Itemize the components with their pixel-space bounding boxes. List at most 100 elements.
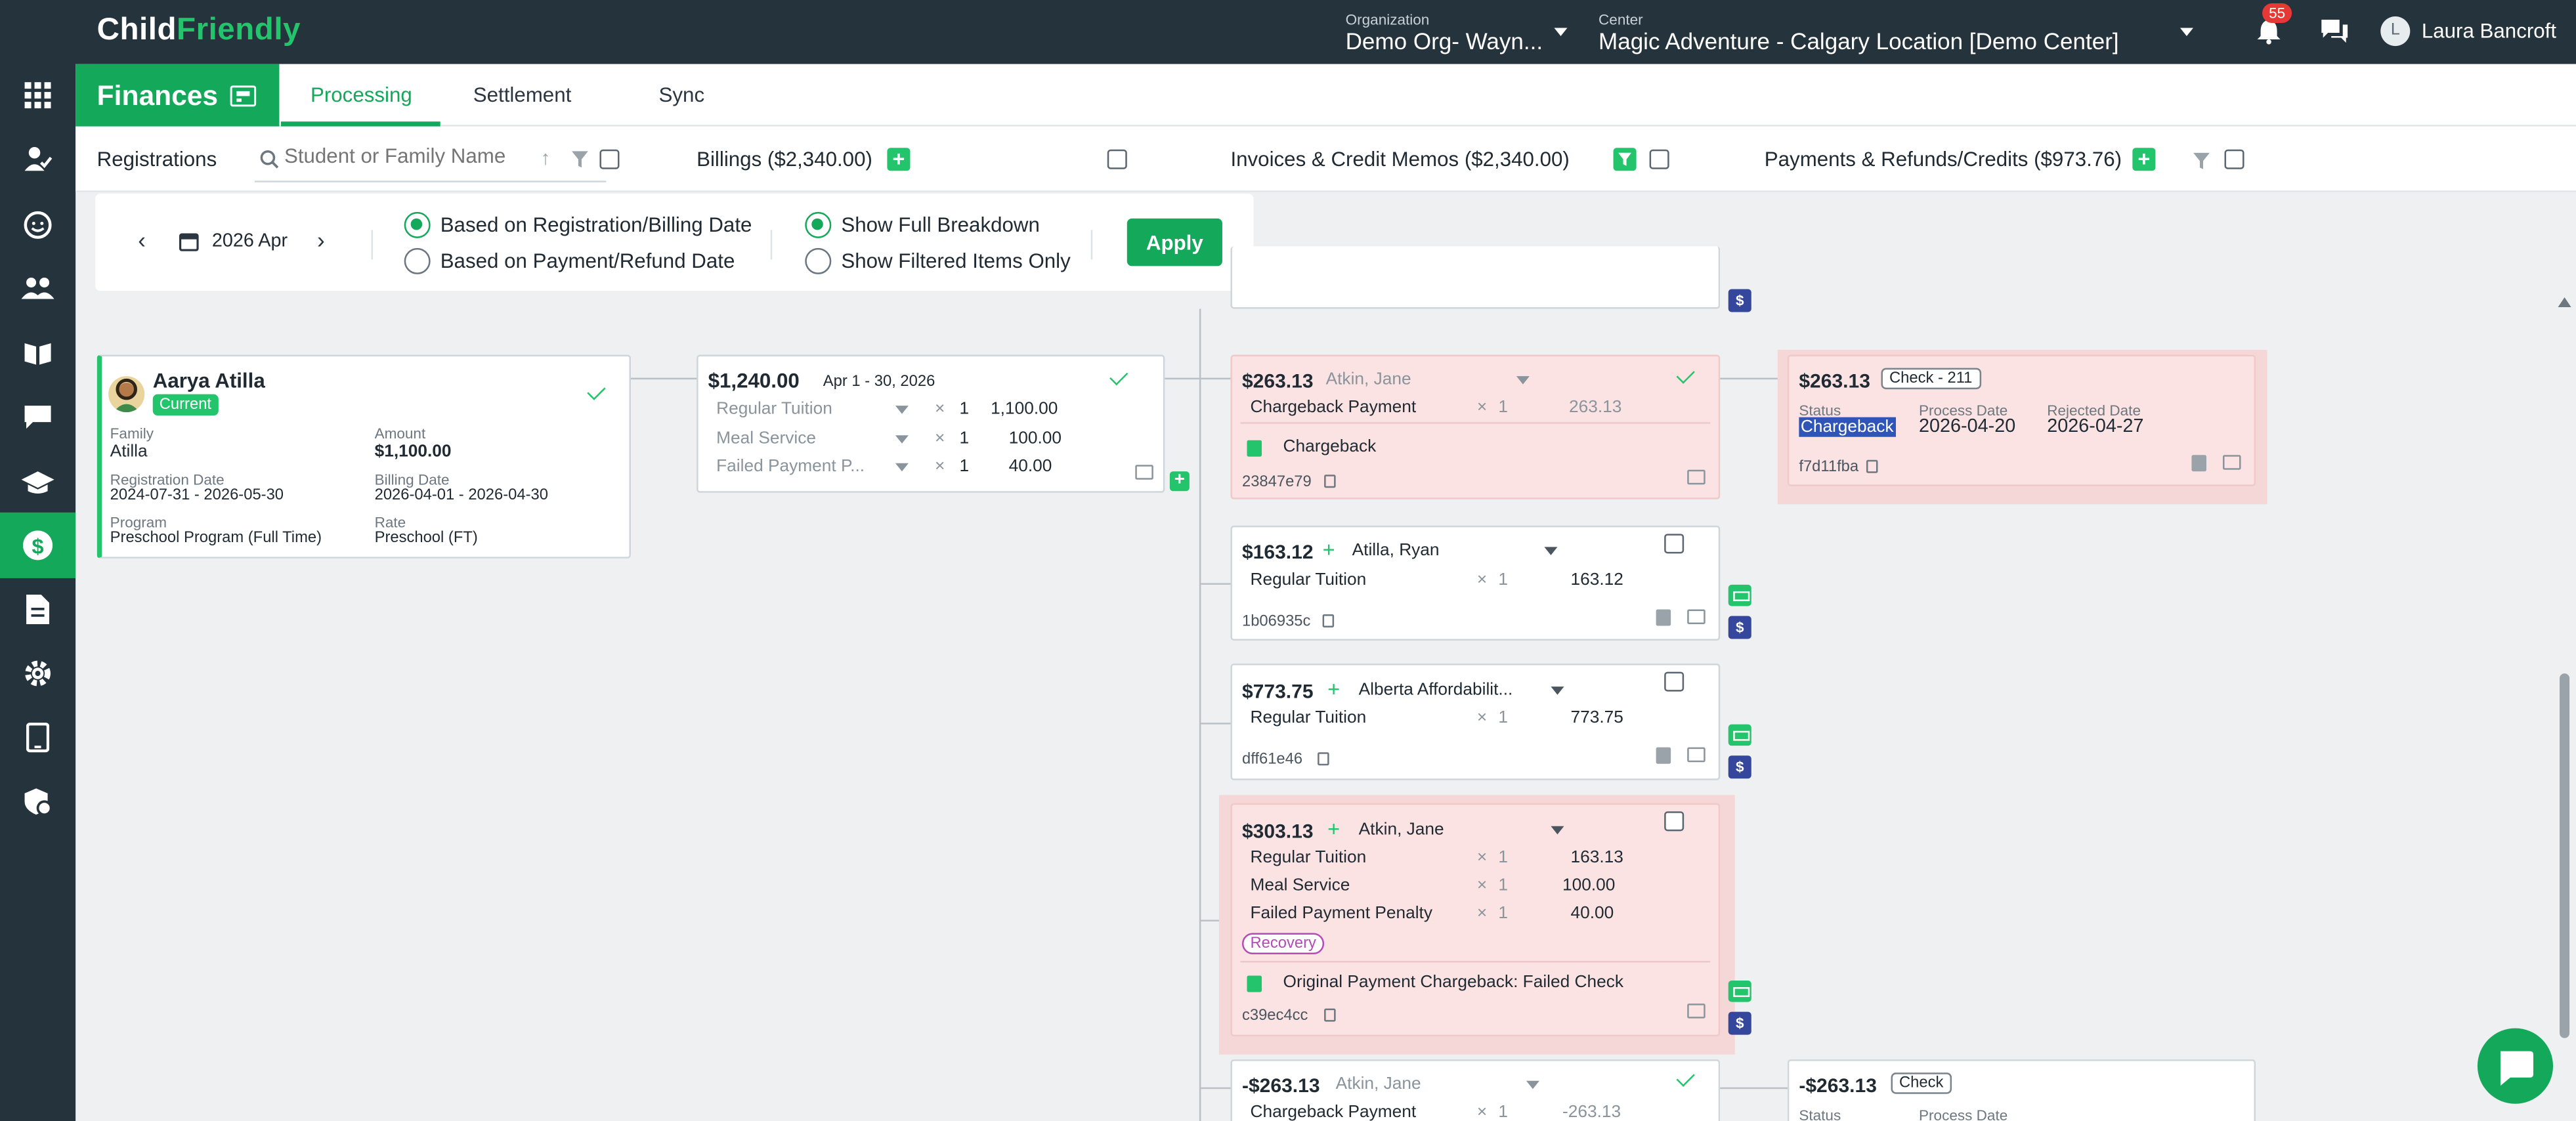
full-breakdown-radio[interactable] (805, 211, 832, 238)
invoice-payer[interactable]: Atkin, Jane (1326, 370, 1411, 389)
invoices-select-all-checkbox[interactable] (1649, 149, 1669, 169)
messages-icon[interactable] (16, 396, 59, 438)
book-icon[interactable] (16, 332, 59, 375)
finances-dollar-icon[interactable]: $ (16, 524, 59, 566)
invoice-amount[interactable]: $163.12 (1242, 540, 1314, 563)
copy-icon[interactable] (1324, 475, 1336, 488)
tablet-icon[interactable] (16, 716, 59, 759)
card-payment-button[interactable] (1728, 724, 1751, 746)
tab-sync[interactable]: Sync (659, 84, 705, 107)
receipt-icon[interactable] (2223, 455, 2241, 470)
pay-dollar-button[interactable]: $ (1728, 1011, 1751, 1035)
invoice-card[interactable]: -$263.13 Atkin, Jane Chargeback Payment … (1230, 1059, 1721, 1121)
filtered-items-radio[interactable] (805, 247, 832, 274)
child-name[interactable]: Aarya Atilla (153, 370, 265, 392)
chevron-down-icon[interactable] (1544, 547, 1558, 555)
document-icon[interactable] (1656, 609, 1671, 626)
document-icon[interactable] (16, 588, 59, 631)
user-name[interactable]: Laura Bancroft (2422, 20, 2556, 43)
invoice-payer[interactable]: Atkin, Jane (1336, 1074, 1421, 1094)
chevron-down-icon[interactable] (1526, 1080, 1539, 1089)
child-face-icon[interactable] (16, 203, 59, 246)
chevron-down-icon[interactable] (1551, 826, 1564, 835)
tab-processing[interactable]: Processing (311, 84, 412, 107)
chevron-down-icon[interactable] (1551, 687, 1564, 695)
sort-asc-icon[interactable]: ↑ (540, 146, 550, 169)
settings-gear-icon[interactable] (16, 652, 59, 695)
invoice-payer[interactable]: Atilla, Ryan (1352, 540, 1440, 560)
card-payment-button[interactable] (1728, 981, 1751, 1002)
invoice-icon[interactable] (1687, 1004, 1706, 1019)
organization-select[interactable]: Demo Org- Wayn... (1346, 28, 1543, 54)
document-icon[interactable] (2191, 455, 2206, 472)
copy-icon[interactable] (1324, 1008, 1336, 1022)
payment-status-value[interactable]: Chargeback (1799, 417, 1896, 437)
scrollbar-thumb[interactable] (2560, 673, 2570, 1038)
add-line-button[interactable]: + (1327, 677, 1340, 702)
support-chat-button[interactable] (2477, 1028, 2554, 1104)
add-billing-button[interactable]: + (887, 148, 911, 171)
month-label[interactable]: 2026 Apr (212, 232, 288, 251)
grid-icon[interactable] (16, 74, 59, 117)
check-in-icon[interactable] (16, 138, 59, 180)
copy-icon[interactable] (1866, 459, 1878, 473)
invoices-filter-active-icon[interactable] (1613, 148, 1637, 171)
invoice-icon[interactable] (1687, 469, 1706, 485)
pay-dollar-button[interactable]: $ (1728, 616, 1751, 639)
brand-logo[interactable]: ChildFriendly (97, 13, 301, 49)
chat-icon[interactable] (2321, 20, 2348, 48)
invoice-checkbox[interactable] (1664, 671, 1685, 692)
invoice-card[interactable]: $263.13 Atkin, Jane Chargeback Payment ×… (1230, 354, 1721, 499)
add-line-button[interactable]: + (1327, 816, 1340, 841)
center-chevron-down-icon[interactable] (2179, 28, 2193, 37)
apply-button[interactable]: Apply (1127, 218, 1222, 266)
invoice-amount[interactable]: $263.13 (1242, 370, 1314, 392)
prev-month-button[interactable]: ‹ (138, 226, 146, 253)
add-invoice-button[interactable]: + (1169, 471, 1190, 492)
payment-card[interactable]: $263.13 Check - 211 Status Chargeback Pr… (1787, 354, 2256, 486)
tab-settlement[interactable]: Settlement (473, 84, 572, 107)
graduation-cap-icon[interactable] (16, 461, 59, 504)
invoice-card[interactable]: $773.75 + Alberta Affordabilit... Regula… (1230, 664, 1721, 780)
next-month-button[interactable]: › (317, 226, 325, 253)
org-chevron-down-icon[interactable] (1554, 28, 1568, 37)
avatar[interactable]: L (2380, 16, 2411, 47)
document-icon[interactable] (1656, 747, 1671, 764)
search-field[interactable] (254, 137, 607, 182)
shield-settings-icon[interactable] (16, 780, 59, 823)
payment-amount[interactable]: -$263.13 (1799, 1074, 1877, 1097)
filter-funnel-icon[interactable] (571, 150, 588, 173)
copy-icon[interactable] (1318, 752, 1329, 766)
copy-icon[interactable] (1322, 614, 1335, 627)
calendar-icon[interactable] (179, 232, 199, 257)
invoice-card[interactable]: $303.13 + Atkin, Jane Regular Tuition × … (1230, 803, 1721, 1037)
billing-card[interactable]: $1,240.00 Apr 1 - 30, 2026 Regular Tuiti… (697, 354, 1165, 493)
pay-dollar-button[interactable]: $ (1728, 289, 1751, 312)
invoice-icon[interactable] (1135, 465, 1153, 480)
chevron-down-icon[interactable] (895, 406, 909, 414)
payment-amount[interactable]: $263.13 (1799, 370, 1870, 392)
invoice-icon[interactable] (1687, 747, 1706, 763)
registration-date-radio[interactable] (404, 211, 431, 238)
add-payment-button[interactable]: + (2132, 148, 2156, 171)
invoice-amount[interactable]: $773.75 (1242, 680, 1314, 703)
invoice-payer[interactable]: Alberta Affordabilit... (1359, 680, 1513, 700)
payments-select-all-checkbox[interactable] (2224, 149, 2244, 169)
scroll-up-arrow-icon[interactable] (2558, 297, 2571, 307)
invoice-card-partial[interactable] (1230, 246, 1721, 309)
payment-date-radio[interactable] (404, 247, 431, 274)
registration-card[interactable]: Aarya Atilla Current Family Atilla Amoun… (97, 354, 631, 559)
invoice-card[interactable]: $163.12 + Atilla, Ryan Regular Tuition ×… (1230, 525, 1721, 641)
billings-select-all-checkbox[interactable] (1107, 149, 1127, 169)
invoice-icon[interactable] (1687, 609, 1706, 624)
invoice-amount[interactable]: -$263.13 (1242, 1074, 1320, 1097)
invoice-checkbox[interactable] (1664, 534, 1685, 554)
card-payment-button[interactable] (1728, 584, 1751, 606)
billing-amount[interactable]: $1,240.00 (708, 370, 800, 392)
invoice-payer[interactable]: Atkin, Jane (1359, 820, 1444, 839)
center-select[interactable]: Magic Adventure - Calgary Location [Demo… (1599, 28, 2119, 54)
payments-filter-icon[interactable] (2193, 151, 2210, 174)
chevron-down-icon[interactable] (895, 463, 909, 472)
people-icon[interactable] (16, 268, 59, 310)
chevron-down-icon[interactable] (895, 435, 909, 444)
